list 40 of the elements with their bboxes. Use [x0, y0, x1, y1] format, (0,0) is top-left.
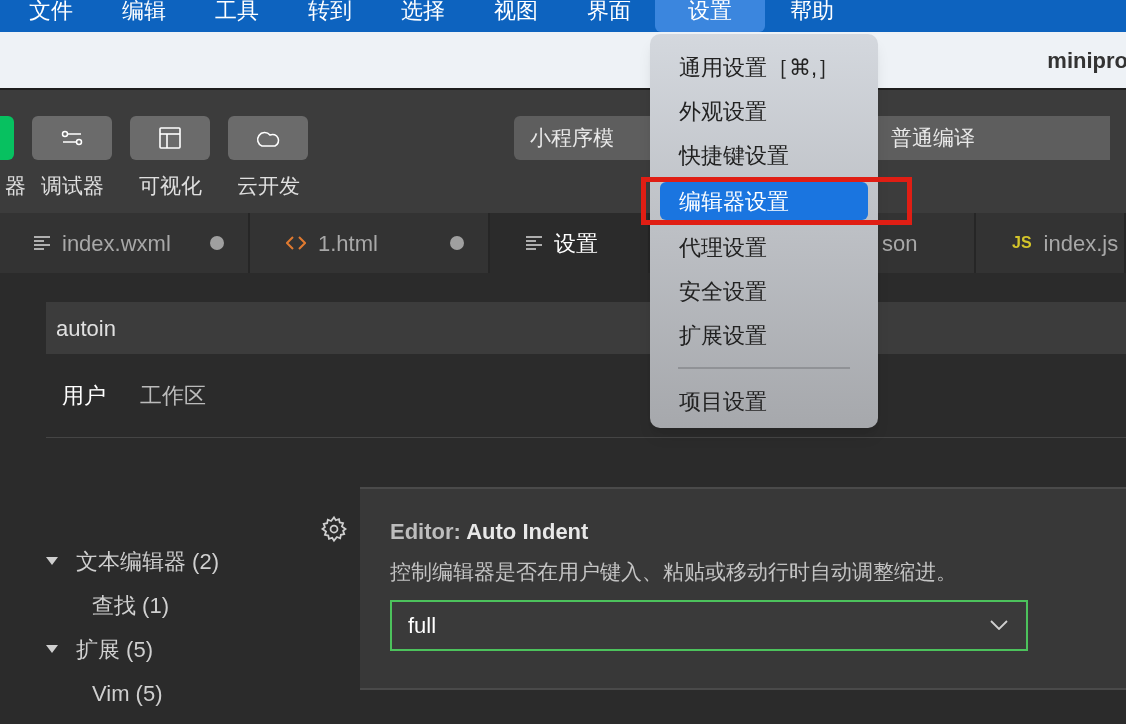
scope-tab[interactable]: 用户	[62, 379, 106, 412]
chevron-down-icon	[990, 620, 1008, 630]
tree-item[interactable]: 查找 (1)	[46, 583, 320, 627]
toolbar-button[interactable]	[130, 116, 210, 160]
lines-icon	[34, 236, 50, 250]
sliders-icon	[61, 130, 83, 146]
layout-icon	[158, 126, 182, 150]
tree-item[interactable]: 文本编辑器 (2)	[46, 539, 320, 583]
editor-tab[interactable]: 设置	[490, 213, 650, 273]
setting-title: Editor: Auto Indent	[390, 518, 590, 546]
menu-item[interactable]: 界面	[562, 0, 655, 32]
menu-item[interactable]: 工具	[190, 0, 283, 32]
menu-item[interactable]: 选择	[376, 0, 469, 32]
scope-tab[interactable]: 工作区	[140, 379, 206, 412]
lines-icon	[526, 236, 542, 250]
gear-icon[interactable]	[320, 515, 348, 543]
toolbar-button[interactable]	[228, 116, 308, 160]
setting-description: 控制编辑器是否在用户键入、粘贴或移动行时自动调整缩进。	[390, 559, 958, 585]
editor-tab[interactable]: JS index.js	[976, 213, 1126, 273]
toolbar-label: 器	[5, 173, 26, 199]
menu-item[interactable]: 转到	[283, 0, 376, 32]
toolbar-label: 可视化	[138, 173, 202, 199]
menu-item[interactable]: 编辑	[97, 0, 190, 32]
value-select[interactable]: full	[390, 599, 1028, 651]
menu-entry[interactable]: 编辑器设置	[660, 182, 868, 220]
editor-tab[interactable]: index.wxml	[0, 213, 250, 273]
tree-item[interactable]: 扩展 (5)	[46, 627, 320, 671]
menu-entry[interactable]: 通用设置［⌘,］	[660, 45, 868, 89]
tree-item[interactable]: Vim (5)	[46, 671, 320, 715]
toolbar-label: 调试器	[40, 173, 104, 199]
menu-entry[interactable]: 项目设置	[660, 379, 868, 423]
menu-entry[interactable]: 扩展设置	[660, 313, 868, 357]
menu-item[interactable]: 设置	[655, 0, 765, 32]
menu-item[interactable]: 帮助	[765, 0, 858, 32]
file-type-label: JS	[1012, 233, 1032, 253]
toolbar-button[interactable]	[32, 116, 112, 160]
code-icon	[286, 235, 306, 251]
menu-entry[interactable]: 代理设置	[660, 225, 868, 269]
toolbar-label: 云开发	[236, 173, 300, 199]
menu-item[interactable]: 视图	[469, 0, 562, 32]
